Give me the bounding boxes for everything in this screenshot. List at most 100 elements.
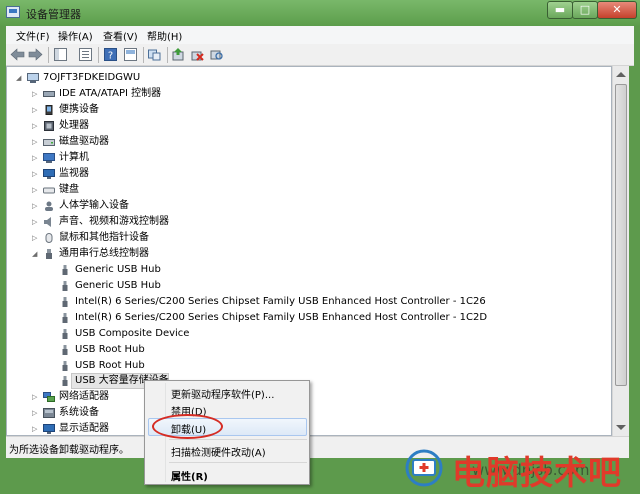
computer-icon xyxy=(27,73,39,83)
tree-category[interactable]: ▷ 声音、视频和游戏控制器 xyxy=(29,214,429,230)
speaker-icon xyxy=(44,217,51,227)
tree-category[interactable]: ▷ 人体学输入设备 xyxy=(29,198,429,214)
close-button[interactable]: ✕ xyxy=(597,1,637,19)
device-manager-icon xyxy=(6,6,20,18)
uninstall-icon[interactable] xyxy=(191,48,204,61)
expand-arrow-icon[interactable]: ▷ xyxy=(32,389,40,405)
maximize-button[interactable]: □ xyxy=(572,1,598,19)
disk-drive-icon xyxy=(43,139,55,146)
tree-device[interactable]: USB Composite Device xyxy=(45,326,605,342)
usb-device-icon xyxy=(62,265,68,275)
tree-category[interactable]: ▷ IDE ATA/ATAPI 控制器 xyxy=(29,86,429,102)
tree-category-label: 声音、视频和游戏控制器 xyxy=(59,216,169,227)
computer-icon xyxy=(43,153,55,163)
help-icon[interactable]: ? xyxy=(104,48,117,61)
usb-device-icon xyxy=(62,361,68,371)
menu-item-properties[interactable]: 属性(R) xyxy=(171,468,208,483)
menu-help[interactable]: 帮助(H) xyxy=(147,28,182,43)
toolbar-separator xyxy=(98,47,99,63)
menu-action[interactable]: 操作(A) xyxy=(58,28,93,43)
usb-device-icon xyxy=(62,345,68,355)
expand-arrow-icon[interactable]: ▷ xyxy=(32,421,40,435)
expand-arrow-icon[interactable]: ▷ xyxy=(32,198,40,214)
expand-arrow-icon[interactable]: ▷ xyxy=(32,134,40,150)
expand-arrow-icon[interactable]: ▷ xyxy=(32,150,40,166)
tree-device[interactable]: Generic USB Hub xyxy=(45,262,605,278)
monitor-icon xyxy=(43,169,55,179)
expand-arrow-icon[interactable]: ▷ xyxy=(32,86,40,102)
tree-category[interactable]: ▷ 便携设备 xyxy=(29,102,429,118)
tree-category-label: 计算机 xyxy=(59,152,89,163)
tree-category[interactable]: ▷ 监视器 xyxy=(29,166,429,182)
show-hide-icon[interactable] xyxy=(124,48,137,61)
scroll-down-icon[interactable] xyxy=(616,425,626,430)
tree-device-label: USB Root Hub xyxy=(75,344,145,355)
tree-category-label: 系统设备 xyxy=(59,407,99,418)
tree-category[interactable]: ▷ 键盘 xyxy=(29,182,429,198)
display-adapter-icon xyxy=(43,424,55,434)
menu-file[interactable]: 文件(F) xyxy=(16,28,50,43)
tree-device[interactable]: USB Root Hub xyxy=(45,358,605,374)
console-tree-icon[interactable] xyxy=(54,48,67,61)
scroll-up-icon[interactable] xyxy=(616,72,626,77)
tree-device[interactable]: Intel(R) 6 Series/C200 Series Chipset Fa… xyxy=(45,294,605,310)
tree-category-label: IDE ATA/ATAPI 控制器 xyxy=(59,88,162,99)
tree-category[interactable]: ▷ 处理器 xyxy=(29,118,429,134)
usb-device-icon xyxy=(62,297,68,307)
title-bar[interactable]: 设备管理器 ▬ □ ✕ xyxy=(0,0,640,26)
collapse-arrow-icon[interactable]: ◢ xyxy=(32,246,40,262)
vertical-scrollbar[interactable] xyxy=(612,66,629,436)
menu-separator xyxy=(169,462,307,463)
tree-device-label: USB Root Hub xyxy=(75,360,145,371)
expand-arrow-icon[interactable]: ▷ xyxy=(32,102,40,118)
properties-icon[interactable] xyxy=(79,48,92,61)
network-adapter-icon xyxy=(43,392,55,402)
tree-device[interactable]: USB Root Hub xyxy=(45,342,605,358)
watermark-logo-icon xyxy=(405,449,443,487)
menu-item-scan-hardware[interactable]: 扫描检测硬件改动(A) xyxy=(171,444,266,459)
tree-device-label: Intel(R) 6 Series/C200 Series Chipset Fa… xyxy=(75,296,486,307)
tree-category[interactable]: ▷ 计算机 xyxy=(29,150,429,166)
collapse-arrow-icon[interactable]: ◢ xyxy=(16,70,24,86)
tree-device[interactable]: Intel(R) 6 Series/C200 Series Chipset Fa… xyxy=(45,310,605,326)
expand-arrow-icon[interactable]: ▷ xyxy=(32,118,40,134)
expand-arrow-icon[interactable]: ▷ xyxy=(32,182,40,198)
tree-category[interactable]: ▷ 磁盘驱动器 xyxy=(29,134,429,150)
usb-device-icon xyxy=(62,281,68,291)
usb-device-icon xyxy=(62,313,68,323)
toolbar: ? xyxy=(6,44,634,66)
tree-device[interactable]: Generic USB Hub xyxy=(45,278,605,294)
toolbar-separator xyxy=(48,47,49,63)
toolbar-separator xyxy=(143,47,144,63)
keyboard-icon xyxy=(43,187,55,194)
tree-category-usb[interactable]: ◢ 通用串行总线控制器 xyxy=(29,246,429,262)
tree-device-selected[interactable]: USB 大容量存储设备 xyxy=(45,373,605,389)
expand-arrow-icon[interactable]: ▷ xyxy=(32,166,40,182)
update-driver-icon[interactable] xyxy=(172,48,185,61)
tree-category-label: 磁盘驱动器 xyxy=(59,136,109,147)
expand-arrow-icon[interactable]: ▷ xyxy=(32,214,40,230)
minimize-button[interactable]: ▬ xyxy=(547,1,573,19)
tree-category[interactable]: ▷ 鼠标和其他指针设备 xyxy=(29,230,429,246)
view-icon[interactable] xyxy=(148,48,161,61)
tree-device-label: Intel(R) 6 Series/C200 Series Chipset Fa… xyxy=(75,312,488,323)
expand-arrow-icon[interactable]: ▷ xyxy=(32,230,40,246)
scroll-thumb[interactable] xyxy=(615,84,627,386)
forward-icon[interactable] xyxy=(28,48,43,61)
tree-category-label: 键盘 xyxy=(59,184,79,195)
tree-root[interactable]: ◢ 7OJFT3FDKEIDGWU xyxy=(13,70,313,86)
expand-arrow-icon[interactable]: ▷ xyxy=(32,405,40,421)
menu-view[interactable]: 查看(V) xyxy=(103,28,138,43)
close-icon: ✕ xyxy=(612,3,622,16)
menu-item-update-driver[interactable]: 更新驱动程序软件(P)... xyxy=(171,386,274,401)
menu-separator xyxy=(169,439,307,440)
annotation-circle xyxy=(152,414,223,439)
back-icon[interactable] xyxy=(10,48,25,61)
usb-device-icon xyxy=(62,376,68,386)
portable-device-icon xyxy=(45,105,53,115)
scan-hardware-icon[interactable] xyxy=(210,48,223,61)
ide-controller-icon xyxy=(43,91,55,97)
tree-device-label: Generic USB Hub xyxy=(75,280,161,291)
tree-device-label: USB Composite Device xyxy=(75,328,190,339)
toolbar-separator xyxy=(167,47,168,63)
